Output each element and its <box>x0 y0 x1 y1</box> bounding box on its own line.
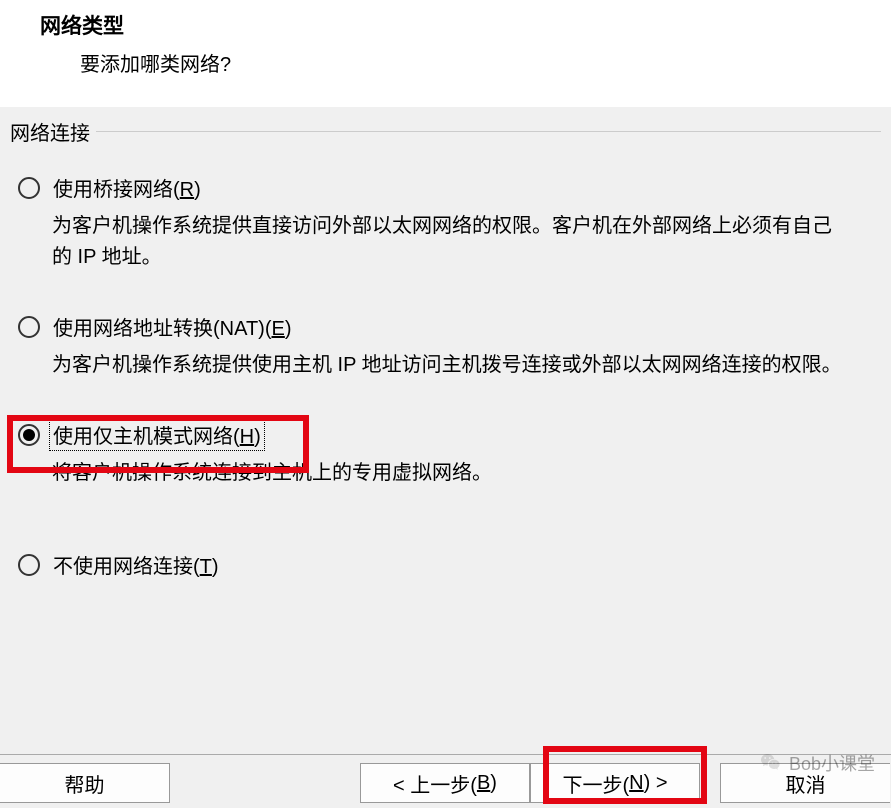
label-text: ) <box>285 318 292 340</box>
button-bar: 帮助 < 上一步(B) 下一步(N) > 取消 <box>0 754 891 808</box>
label-text: ) <box>490 772 497 795</box>
radio-icon[interactable] <box>18 554 40 576</box>
radio-icon[interactable] <box>18 424 40 446</box>
hotkey: N <box>629 772 643 795</box>
hotkey: H <box>240 426 254 448</box>
cancel-button[interactable]: 取消 <box>720 763 890 803</box>
option-hostonly[interactable]: 使用仅主机模式网络(H) 将客户机操作系统连接到主机上的专用虚拟网络。 <box>18 419 881 489</box>
label-text: ) <box>254 426 261 448</box>
hotkey: T <box>200 556 212 578</box>
option-hostonly-label[interactable]: 使用仅主机模式网络(H) <box>50 419 264 450</box>
option-bridge-desc: 为客户机操作系统提供直接访问外部以太网网络的权限。客户机在外部网络上必须有自己的… <box>52 211 851 273</box>
option-bridge[interactable]: 使用桥接网络(R) 为客户机操作系统提供直接访问外部以太网网络的权限。客户机在外… <box>18 172 881 273</box>
option-nat-label[interactable]: 使用网络地址转换(NAT)(E) <box>50 311 295 342</box>
back-button[interactable]: < 上一步(B) <box>360 763 530 803</box>
help-button[interactable]: 帮助 <box>0 763 170 803</box>
group-label: 网络连接 <box>10 117 90 146</box>
label-text: 不使用网络连接( <box>53 556 200 578</box>
page-subtitle: 要添加哪类网络? <box>40 48 871 77</box>
option-bridge-label[interactable]: 使用桥接网络(R) <box>50 172 204 203</box>
label-text: 使用仅主机模式网络( <box>53 426 240 448</box>
wizard-header: 网络类型 要添加哪类网络? <box>0 0 891 107</box>
hotkey: R <box>180 179 194 201</box>
radio-icon[interactable] <box>18 316 40 338</box>
label-text: ) <box>212 556 219 578</box>
label-text: ) <box>194 179 201 201</box>
page-title: 网络类型 <box>40 10 871 40</box>
option-none[interactable]: 不使用网络连接(T) <box>18 549 881 580</box>
label-text: 使用桥接网络( <box>53 179 180 201</box>
option-none-label[interactable]: 不使用网络连接(T) <box>50 549 222 580</box>
hotkey: B <box>477 772 490 795</box>
content-area: 网络连接 使用桥接网络(R) 为客户机操作系统提供直接访问外部以太网网络的权限。… <box>0 107 891 580</box>
label-text: 使用网络地址转换(NAT)( <box>53 318 272 340</box>
hotkey: E <box>272 318 285 340</box>
group-header: 网络连接 <box>10 117 881 146</box>
option-nat-desc: 为客户机操作系统提供使用主机 IP 地址访问主机拨号连接或外部以太网网络连接的权… <box>52 350 851 381</box>
label-text: < 上一步( <box>393 769 477 798</box>
radio-icon[interactable] <box>18 177 40 199</box>
label-text: 下一步( <box>562 769 629 798</box>
next-button[interactable]: 下一步(N) > <box>530 763 700 803</box>
option-nat[interactable]: 使用网络地址转换(NAT)(E) 为客户机操作系统提供使用主机 IP 地址访问主… <box>18 311 881 381</box>
group-divider <box>96 131 881 132</box>
option-hostonly-desc: 将客户机操作系统连接到主机上的专用虚拟网络。 <box>52 458 851 489</box>
label-text: ) > <box>644 772 668 795</box>
